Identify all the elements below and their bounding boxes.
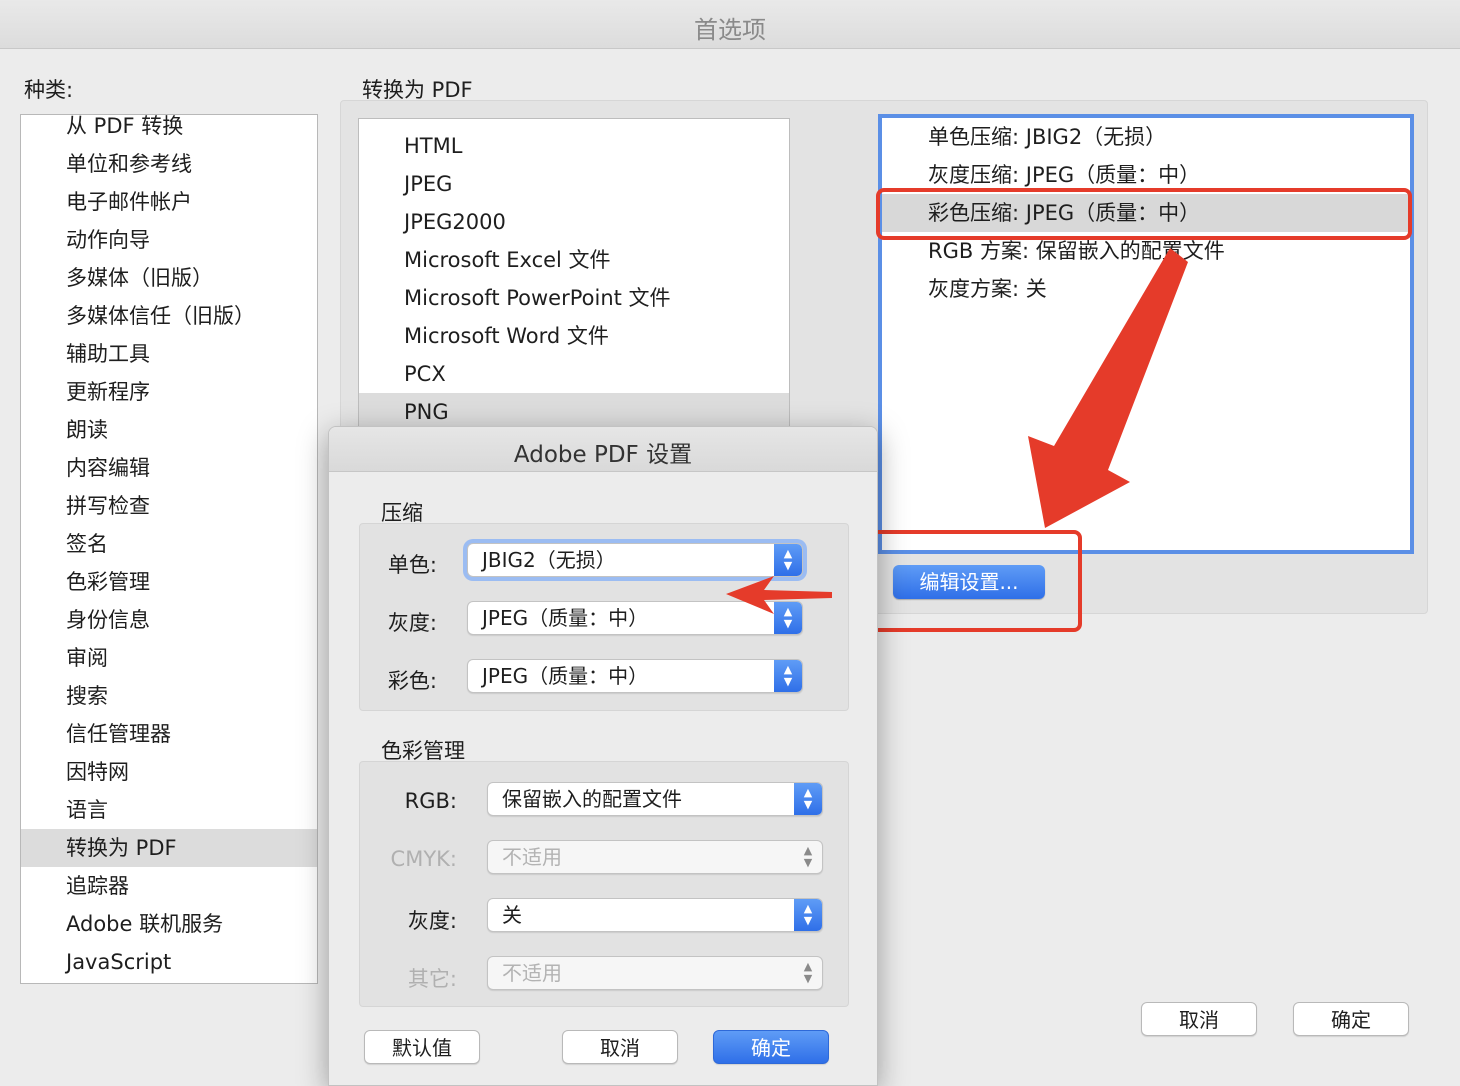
cmyk-label: CMYK: xyxy=(390,847,457,871)
select-stepper-icon: ▲ ▼ xyxy=(803,960,813,985)
defaults-button[interactable]: 默认值 xyxy=(364,1030,480,1064)
other-select[interactable]: 不适用 ▲ ▼ xyxy=(487,956,823,990)
select-stepper-icon: ▲ ▼ xyxy=(794,783,822,815)
rgb-select[interactable]: 保留嵌入的配置文件 ▲ ▼ xyxy=(487,782,823,816)
select-stepper-icon: ▲ ▼ xyxy=(774,660,802,692)
gray-profile-label: 灰度: xyxy=(407,909,457,933)
adobe-pdf-settings-dialog: Adobe PDF 设置 压缩 单色: JBIG2（无损） ▲ ▼ 灰度: JPE… xyxy=(328,426,878,1086)
gray-profile-select[interactable]: 关 ▲ ▼ xyxy=(487,898,823,932)
rgb-value: 保留嵌入的配置文件 xyxy=(502,787,682,811)
annotation-small-arrow-icon xyxy=(726,576,832,614)
color-label: 彩色: xyxy=(387,669,437,693)
gray-profile-value: 关 xyxy=(502,903,522,927)
other-value: 不适用 xyxy=(502,961,562,985)
rgb-label: RGB: xyxy=(404,789,457,813)
dialog-ok-button[interactable]: 确定 xyxy=(713,1030,829,1064)
color-compression-value: JPEG（质量：中） xyxy=(482,664,649,688)
cmyk-value: 不适用 xyxy=(502,845,562,869)
color-compression-select[interactable]: JPEG（质量：中） ▲ ▼ xyxy=(467,659,803,693)
mono-compression-value: JBIG2（无损） xyxy=(482,548,616,572)
gray-label: 灰度: xyxy=(387,611,437,635)
dialog-cancel-button[interactable]: 取消 xyxy=(562,1030,678,1064)
select-stepper-icon: ▲ ▼ xyxy=(803,844,813,869)
mono-label: 单色: xyxy=(387,553,437,577)
dialog-title: Adobe PDF 设置 xyxy=(513,442,693,468)
gray-compression-value: JPEG（质量：中） xyxy=(482,606,649,630)
other-label: 其它: xyxy=(407,967,457,991)
select-stepper-icon: ▲ ▼ xyxy=(794,899,822,931)
cmyk-select[interactable]: 不适用 ▲ ▼ xyxy=(487,840,823,874)
